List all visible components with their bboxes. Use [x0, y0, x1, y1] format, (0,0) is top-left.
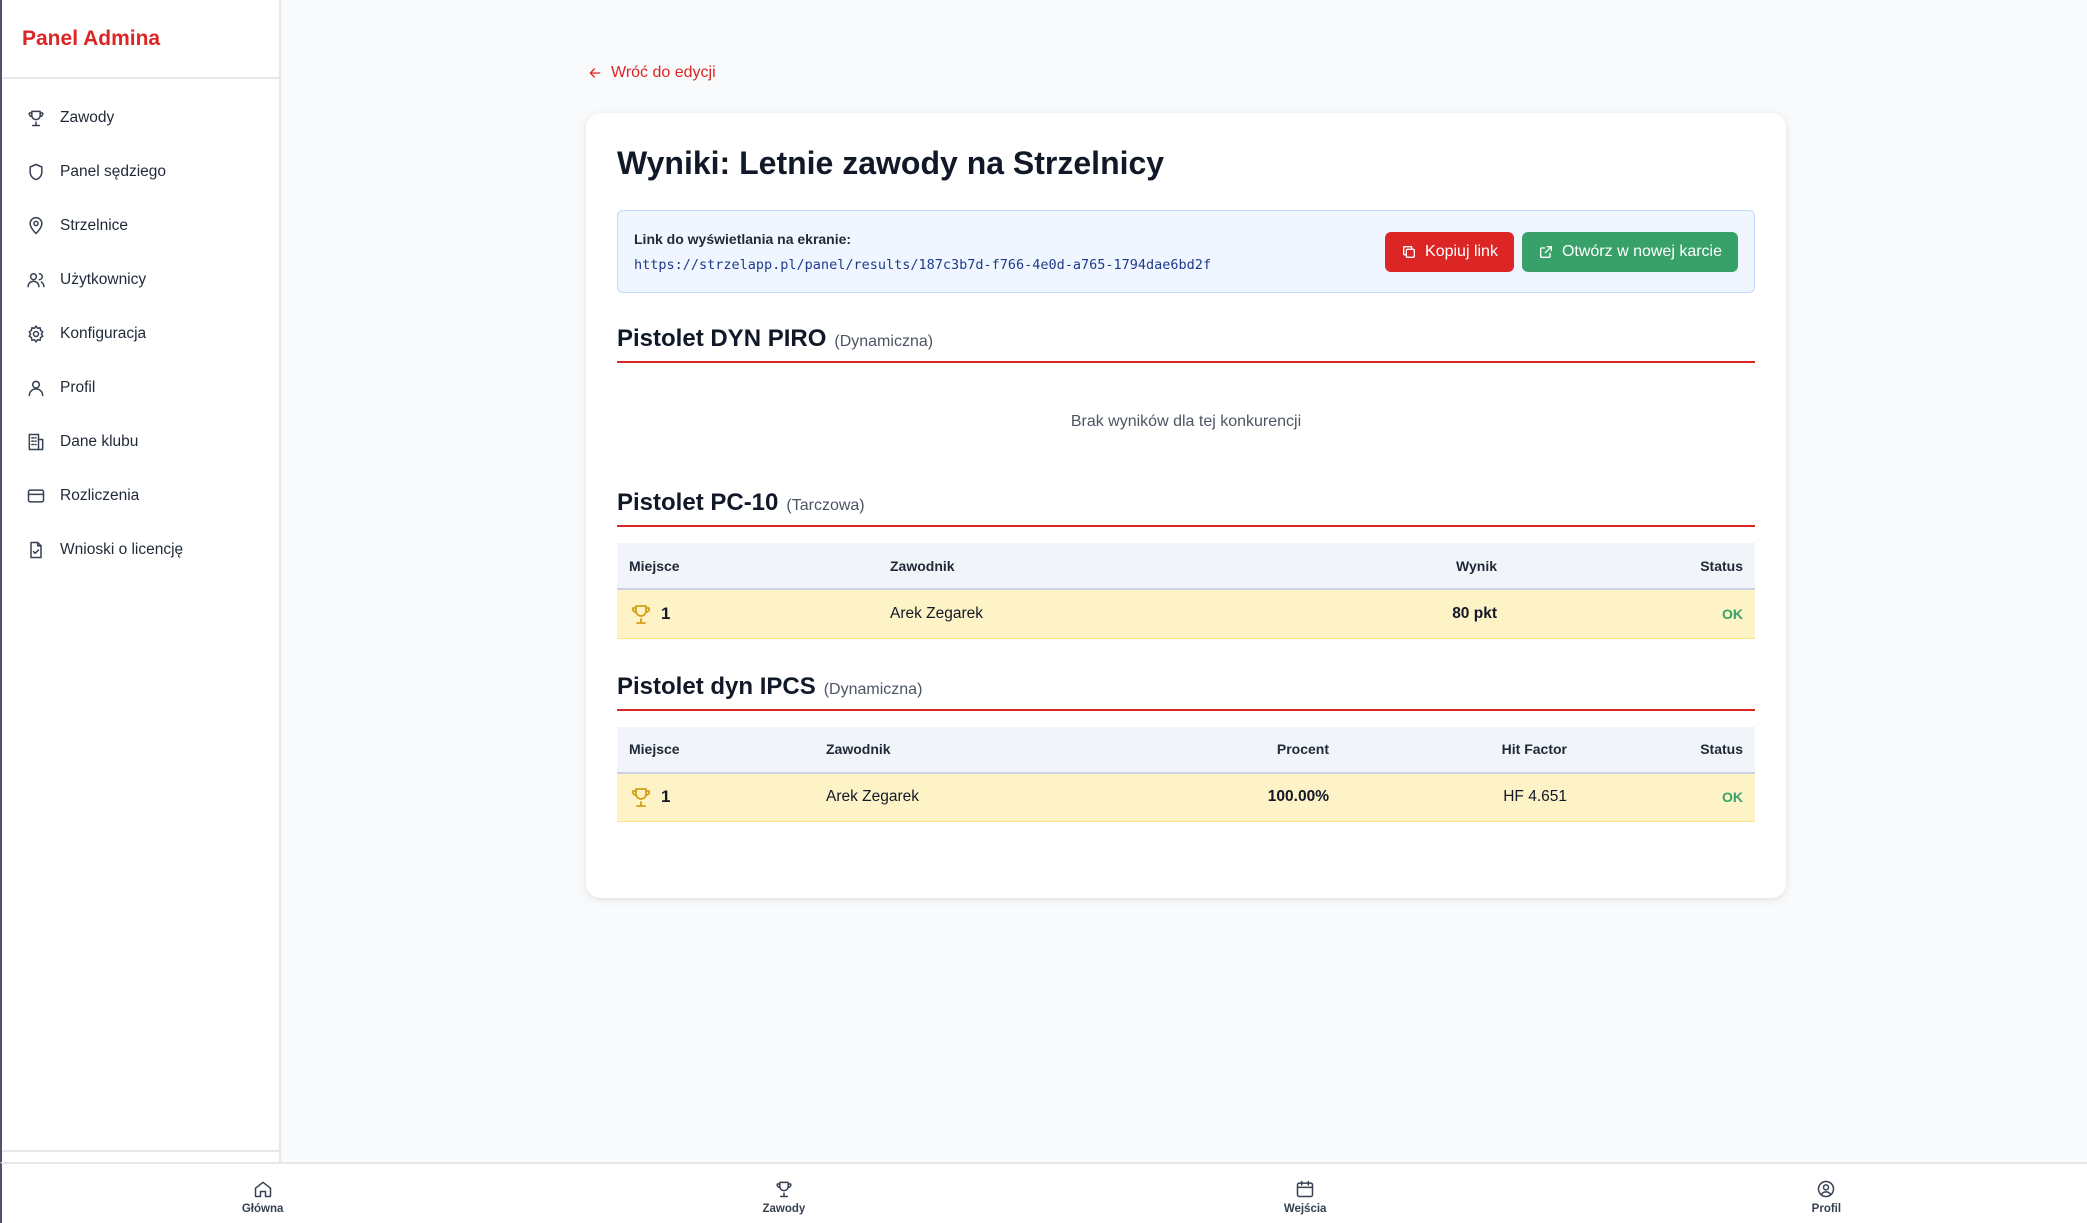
file-check-icon — [26, 540, 46, 560]
bottom-nav-label: Wejścia — [1283, 1202, 1327, 1215]
sidebar-item-label: Konfiguracja — [60, 325, 147, 342]
player-cell: Arek Zegarek — [814, 772, 1141, 822]
copy-link-button[interactable]: Kopiuj link — [1385, 231, 1514, 272]
empty-results-message: Brak wyników dla tej konkurencji — [1070, 413, 1302, 430]
hit-factor-cell: HF 4.651 — [1341, 772, 1579, 822]
shield-icon — [26, 162, 46, 182]
sidebar-item-konfiguracja[interactable]: Konfiguracja — [2, 307, 279, 361]
user-circle-icon — [1818, 1180, 1835, 1197]
column-header: Hit Factor — [1341, 726, 1579, 774]
map-pin-icon — [26, 216, 46, 236]
column-header: Status — [1509, 543, 1755, 590]
bottom-nav-profil[interactable]: Profil — [1566, 1164, 2087, 1223]
column-header: Miejsce — [617, 543, 878, 590]
status-badge: OK — [1509, 589, 1755, 639]
bottom-nav-label: Główna — [241, 1202, 284, 1215]
trophy-icon — [631, 788, 651, 808]
bottom-nav-zawody[interactable]: Zawody — [523, 1164, 1044, 1223]
sidebar-item-label: Wnioski o licencję — [60, 541, 184, 558]
trophy-icon — [776, 1181, 792, 1197]
users-icon — [26, 270, 46, 290]
score-cell: 80 pkt — [1309, 589, 1509, 639]
percent-cell: 100.00% — [1141, 772, 1341, 822]
display-link-url[interactable]: https://strzelapp.pl/panel/results/187c3… — [634, 257, 1211, 273]
user-icon — [26, 378, 46, 398]
open-new-tab-label: Otwórz w nowej karcie — [1561, 242, 1722, 260]
section-type: (Tarczowa) — [786, 497, 865, 514]
calendar-icon — [1296, 1180, 1314, 1197]
sidebar-item-label: Dane klubu — [60, 433, 139, 450]
sidebar-item-label: Rozliczenia — [60, 487, 140, 504]
column-header: Status — [1579, 726, 1755, 774]
place-value: 1 — [661, 787, 671, 807]
competition-section-dyn-piro: Pistolet DYN PIRO (Dynamiczna) Brak wyni… — [617, 325, 1755, 469]
sidebar-nav: Zawody Panel sędziego Strzelnice Użytkow… — [2, 79, 279, 577]
column-header: Procent — [1141, 726, 1341, 774]
sidebar-item-wnioski[interactable]: Wnioski o licencję — [2, 523, 279, 577]
bottom-nav: Główna Zawody Wejścia Profil — [0, 1162, 2087, 1223]
place-value: 1 — [661, 603, 671, 623]
display-link-box: Link do wyświetlania na ekranie: https:/… — [617, 210, 1755, 293]
bottom-nav-label: Zawody — [762, 1202, 806, 1215]
home-icon — [254, 1181, 271, 1197]
section-type: (Dynamiczna) — [823, 680, 923, 698]
open-new-tab-button[interactable]: Otwórz w nowej karcie — [1521, 231, 1738, 272]
competition-section-pc10: Pistolet PC-10 (Tarczowa) Miejsce Zawodn… — [617, 489, 1755, 639]
sidebar-item-label: Zawody — [60, 109, 115, 126]
player-cell: Arek Zegarek — [878, 589, 1309, 639]
copy-link-label: Kopiuj link — [1425, 242, 1498, 260]
competition-section-ipcs: Pistolet dyn IPCS (Dynamiczna) Miejsce Z… — [617, 672, 1755, 822]
column-header: Zawodnik — [814, 726, 1141, 774]
status-badge: OK — [1579, 772, 1755, 822]
sidebar-item-rozliczenia[interactable]: Rozliczenia — [2, 469, 279, 523]
sidebar-brand: Panel Admina — [2, 0, 279, 79]
results-table: Miejsce Zawodnik Wynik Status 1 Arek Zeg… — [617, 543, 1755, 639]
display-link-label: Link do wyświetlania na ekranie: — [634, 230, 852, 247]
credit-card-icon — [26, 486, 46, 506]
sidebar-item-profil[interactable]: Profil — [2, 361, 279, 415]
sidebar-item-panel-sedziego[interactable]: Panel sędziego — [2, 145, 279, 199]
results-card: Wyniki: Letnie zawody na Strzelnicy Link… — [586, 113, 1786, 898]
sidebar-item-strzelnice[interactable]: Strzelnice — [2, 199, 279, 253]
place-cell: 1 — [629, 785, 802, 809]
arrow-left-icon — [589, 68, 601, 78]
trophy-icon — [631, 604, 651, 624]
sidebar-item-uzytkownicy[interactable]: Użytkownicy — [2, 253, 279, 307]
sidebar-item-label: Profil — [60, 379, 96, 396]
sidebar-item-label: Użytkownicy — [60, 271, 147, 288]
gear-icon — [26, 324, 46, 344]
sidebar-divider — [2, 1150, 279, 1152]
sidebar-item-label: Panel sędziego — [60, 163, 166, 180]
table-row: 1 Arek Zegarek 100.00% HF 4.651 OK — [617, 772, 1755, 822]
sidebar-item-dane-klubu[interactable]: Dane klubu — [2, 415, 279, 469]
section-type: (Dynamiczna) — [834, 333, 934, 350]
table-row: 1 Arek Zegarek 80 pkt OK — [617, 589, 1755, 639]
page-title: Wyniki: Letnie zawody na Strzelnicy — [617, 145, 1165, 181]
bottom-nav-wejscia[interactable]: Wejścia — [1045, 1164, 1566, 1223]
external-link-icon — [1539, 245, 1552, 258]
section-title: Pistolet DYN PIRO — [617, 325, 827, 352]
column-header: Wynik — [1309, 543, 1509, 590]
sidebar-item-label: Strzelnice — [60, 217, 129, 234]
place-cell: 1 — [629, 602, 866, 626]
bottom-nav-label: Profil — [1811, 1202, 1842, 1215]
section-title: Pistolet PC-10 — [617, 489, 779, 516]
column-header: Zawodnik — [878, 543, 1309, 590]
column-header: Miejsce — [617, 726, 814, 774]
trophy-icon — [26, 108, 46, 128]
back-to-edit-link[interactable]: Wróć do edycji — [587, 64, 716, 82]
section-title: Pistolet dyn IPCS — [617, 672, 816, 700]
building-icon — [26, 432, 46, 452]
sidebar-item-zawody[interactable]: Zawody — [2, 91, 279, 145]
sidebar: Panel Admina Zawody Panel sędziego Strze… — [0, 0, 281, 1162]
back-link-label: Wróć do edycji — [611, 64, 716, 81]
copy-icon — [1403, 245, 1416, 258]
results-table: Miejsce Zawodnik Procent Hit Factor Stat… — [617, 726, 1755, 822]
bottom-nav-home[interactable]: Główna — [2, 1164, 523, 1223]
